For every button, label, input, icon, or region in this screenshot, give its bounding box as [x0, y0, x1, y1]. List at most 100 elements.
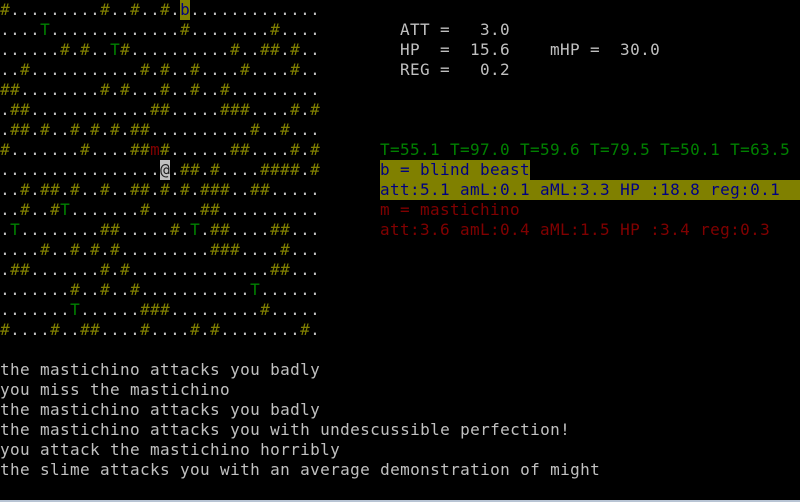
- floor-tile: .: [200, 0, 210, 19]
- floor-tile: .: [40, 300, 50, 319]
- temperature-readout: T=55.1 T=97.0 T=59.6 T=79.5 T=50.1 T=63.…: [380, 140, 791, 159]
- floor-tile: .: [290, 0, 300, 19]
- floor-tile: .: [80, 260, 90, 279]
- floor-tile: .: [150, 120, 160, 139]
- floor-tile: .: [230, 280, 240, 299]
- floor-tile: .: [90, 100, 100, 119]
- wall-tile: #: [280, 160, 290, 179]
- wall-tile: #: [220, 80, 230, 99]
- floor-tile: .: [260, 20, 270, 39]
- floor-tile: .: [20, 280, 30, 299]
- floor-tile: .: [280, 320, 290, 339]
- floor-tile: .: [90, 280, 100, 299]
- floor-tile: .: [10, 300, 20, 319]
- floor-tile: .: [230, 200, 240, 219]
- floor-tile: .: [200, 20, 210, 39]
- wall-tile: #: [240, 60, 250, 79]
- floor-tile: .: [90, 20, 100, 39]
- floor-tile: .: [230, 0, 240, 19]
- wall-tile: #: [100, 80, 110, 99]
- floor-tile: .: [50, 160, 60, 179]
- floor-tile: .: [60, 180, 70, 199]
- wall-tile: #: [120, 80, 130, 99]
- floor-tile: .: [190, 100, 200, 119]
- wall-tile: #: [0, 320, 10, 339]
- wall-tile: #: [160, 300, 170, 319]
- floor-tile: .: [40, 260, 50, 279]
- floor-tile: .: [40, 200, 50, 219]
- map-row: ....... #.. #.. #........... T......: [0, 280, 320, 300]
- floor-tile: .: [60, 240, 70, 259]
- floor-tile: .: [290, 120, 300, 139]
- floor-tile: .: [40, 160, 50, 179]
- floor-tile: .: [290, 220, 300, 239]
- floor-tile: .: [50, 300, 60, 319]
- wall-tile: #: [270, 160, 280, 179]
- floor-tile: .: [270, 60, 280, 79]
- floor-tile: .: [200, 80, 210, 99]
- wall-tile: #: [160, 100, 170, 119]
- floor-tile: .: [70, 160, 80, 179]
- floor-tile: .: [100, 140, 110, 159]
- floor-tile: .: [170, 280, 180, 299]
- wall-tile: #: [130, 180, 140, 199]
- floor-tile: .: [80, 180, 90, 199]
- wall-tile: #: [100, 260, 110, 279]
- floor-tile: .: [290, 240, 300, 259]
- floor-tile: .: [150, 220, 160, 239]
- floor-tile: .: [110, 260, 120, 279]
- floor-tile: .: [20, 40, 30, 59]
- floor-tile: .: [130, 20, 140, 39]
- floor-tile: .: [300, 20, 310, 39]
- wall-tile: #: [220, 240, 230, 259]
- floor-tile: .: [150, 260, 160, 279]
- floor-tile: .: [130, 60, 140, 79]
- wall-tile: #: [170, 220, 180, 239]
- wall-tile: #: [310, 160, 320, 179]
- floor-tile: .: [170, 20, 180, 39]
- floor-tile: .: [230, 180, 240, 199]
- wall-tile: #: [130, 140, 140, 159]
- wall-tile: #: [140, 300, 150, 319]
- floor-tile: .: [120, 280, 130, 299]
- floor-tile: .: [310, 0, 320, 19]
- floor-tile: .: [130, 260, 140, 279]
- wall-tile: #: [190, 320, 200, 339]
- floor-tile: .: [90, 160, 100, 179]
- floor-tile: .: [70, 20, 80, 39]
- floor-tile: .: [30, 120, 40, 139]
- floor-tile: .: [100, 60, 110, 79]
- floor-tile: .: [300, 200, 310, 219]
- floor-tile: .: [80, 60, 90, 79]
- floor-tile: .: [190, 280, 200, 299]
- floor-tile: .: [180, 220, 190, 239]
- floor-tile: .: [100, 200, 110, 219]
- floor-tile: .: [150, 60, 160, 79]
- floor-tile: .: [30, 280, 40, 299]
- wall-tile: #: [0, 80, 10, 99]
- floor-tile: .: [280, 100, 290, 119]
- map-row: ................ @. # #. #.... # # # #. #: [0, 160, 320, 180]
- floor-tile: .: [40, 320, 50, 339]
- monster-blind-beast-icon: b: [180, 0, 190, 20]
- floor-tile: .: [160, 260, 170, 279]
- floor-tile: .: [240, 160, 250, 179]
- floor-tile: .: [80, 300, 90, 319]
- floor-tile: .: [170, 140, 180, 159]
- floor-tile: .: [50, 240, 60, 259]
- floor-tile: .: [140, 160, 150, 179]
- floor-tile: .: [30, 40, 40, 59]
- wall-tile: #: [290, 140, 300, 159]
- floor-tile: .: [230, 80, 240, 99]
- floor-tile: .: [290, 180, 300, 199]
- floor-tile: .: [150, 200, 160, 219]
- floor-tile: .: [290, 280, 300, 299]
- wall-tile: #: [280, 220, 290, 239]
- wall-tile: #: [200, 180, 210, 199]
- floor-tile: .: [40, 0, 50, 19]
- wall-tile: #: [210, 200, 220, 219]
- floor-tile: .: [170, 180, 180, 199]
- wall-tile: #: [20, 260, 30, 279]
- floor-tile: .: [130, 200, 140, 219]
- floor-tile: .: [110, 280, 120, 299]
